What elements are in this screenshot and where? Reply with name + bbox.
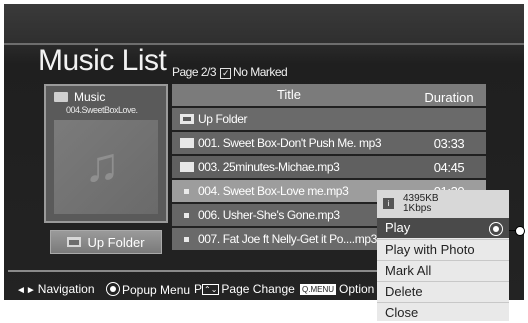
preview-panel: Music 004.SweetBoxLove. ♫ [44,84,168,223]
title-column-header: Title [276,87,302,102]
current-folder-label: Music [74,90,106,104]
selected-radio-icon [489,222,503,236]
navigation-help-bar: ◄► Navigation Popup Menu P ⌃⌄ Page Change Q… [8,270,380,302]
info-icon: i [383,198,394,209]
music-file-icon [184,237,189,242]
row-title: 007. Fat Joe ft Nelly-Get it Po....mp3 [198,232,377,246]
nav-help-page: P ⌃⌄ Page Change [194,282,295,296]
marked-status: No Marked [233,65,288,79]
up-folder-icon [180,114,194,124]
folder-icon [180,162,194,172]
page-title: Music List [38,44,167,77]
row-title: 004. Sweet Box-Love me.mp3 [198,184,349,198]
current-folder: Music [54,90,105,104]
menu-item-close[interactable]: Close [377,302,509,322]
navigation-arrows-icon: ◄► [16,285,36,296]
checkbox-icon: ✓ [220,68,232,79]
nav-help-popup: Popup Menu [106,282,190,297]
file-bitrate: 1Kbps [403,203,432,214]
menu-item-delete[interactable]: Delete [377,281,509,301]
music-file-icon [184,189,189,194]
up-folder-button[interactable]: Up Folder [50,230,162,254]
up-folder-icon [67,237,82,247]
nav-help-navigation: ◄► Navigation [16,282,95,296]
row-title: 006. Usher-She's Gone.mp3 [198,208,340,222]
list-row[interactable]: 001. Sweet Box-Don't Push Me. mp3 03:33 [172,132,486,154]
menu-item-play-with-photo[interactable]: Play with Photo [377,239,509,259]
row-title: 003. 25minutes-Michae.mp3 [198,160,340,174]
row-title: Up Folder [198,112,248,126]
folder-icon [54,92,68,102]
qmenu-button-icon: Q.MENU [300,284,336,295]
file-info: i 4395KB 1Kbps [377,190,509,218]
enter-button-icon [106,282,120,296]
nav-help-option: Q.MENU Option [300,282,375,296]
current-song-label: 004.SweetBoxLove. [66,105,138,115]
callout-marker [515,226,525,236]
page-info: Page 2/3 ✓ No Marked [172,65,288,79]
list-row-up-folder[interactable]: Up Folder [172,108,486,130]
page-number: Page 2/3 [172,65,217,79]
up-folder-button-label: Up Folder [87,234,145,250]
duration-column-header: Duration [424,90,474,105]
menu-item-mark-all[interactable]: Mark All [377,260,509,280]
music-file-icon [184,213,189,218]
album-art: ♫ [54,120,158,214]
page-updown-icon: ⌃⌄ [202,284,220,295]
popup-menu: i 4395KB 1Kbps Play Play with Photo Mark… [377,190,509,321]
row-duration: 03:33 [433,136,465,151]
list-row[interactable]: 003. 25minutes-Michae.mp3 04:45 [172,156,486,178]
row-title: 001. Sweet Box-Don't Push Me. mp3 [198,136,382,150]
music-note-icon: ♫ [84,139,120,192]
menu-item-play[interactable]: Play [377,218,509,238]
list-header: Title Duration [172,84,486,106]
folder-icon [180,138,194,148]
row-duration: 04:45 [433,160,465,175]
